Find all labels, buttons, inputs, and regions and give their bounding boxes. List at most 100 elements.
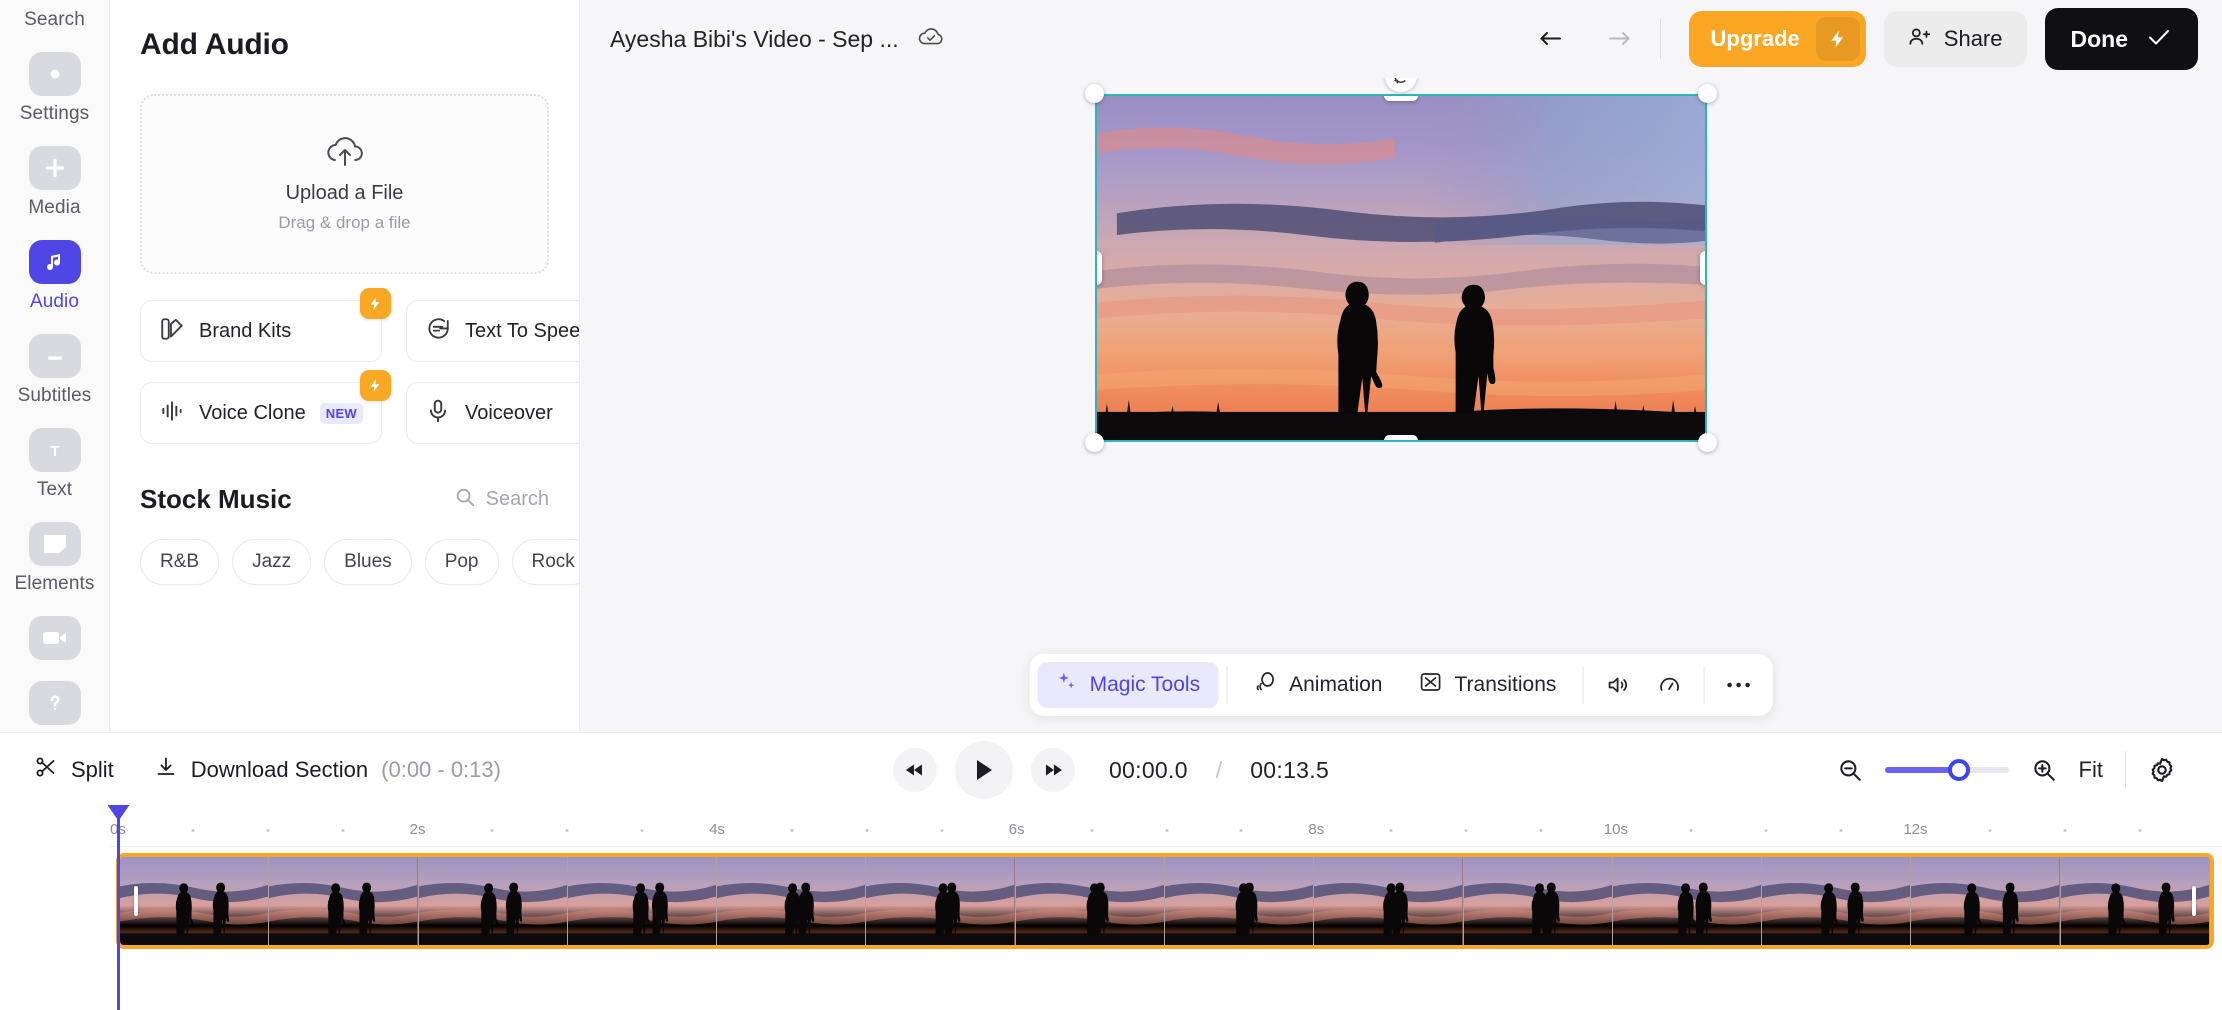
timeline-playhead[interactable] [117,807,120,1010]
ruler-tick-dot [491,829,494,832]
sidebar-item-help[interactable] [0,670,110,741]
genre-pill-rock[interactable]: Rock [512,539,581,585]
split-button[interactable]: Split [34,755,114,785]
resize-handle-top-left[interactable] [1085,84,1104,103]
cloud-check-icon [917,25,945,54]
sidebar-item-record[interactable] [0,605,110,670]
microphone-icon [425,398,451,429]
playback-controls: 00:00.0 / 00:13.5 [893,741,1329,799]
transitions-label: Transitions [1454,673,1556,697]
upload-dropzone[interactable]: Upload a File Drag & drop a file [140,94,549,274]
lightning-bolt-icon [1816,17,1860,61]
magic-tools-button[interactable]: Magic Tools [1038,662,1219,708]
clip-thumbnail [2061,857,2210,945]
sidebar-label-settings: Settings [20,103,89,125]
genre-pill-jazz[interactable]: Jazz [232,539,311,585]
sidebar-label-elements: Elements [14,573,94,595]
speed-icon[interactable] [1643,662,1695,708]
upgrade-button[interactable]: Upgrade [1689,11,1866,67]
sidebar-item-media[interactable]: Media [0,135,110,229]
resize-handle-top[interactable] [1384,94,1418,101]
play-button[interactable] [955,741,1013,799]
clip-trim-handle-left[interactable] [134,886,138,916]
upload-title: Upload a File [286,182,404,205]
resize-handle-bottom[interactable] [1384,435,1418,442]
ruler-tick-dot [1689,829,1692,832]
zoom-slider-knob[interactable] [1948,759,1970,781]
transitions-button[interactable]: Transitions [1400,662,1574,708]
genre-pill-pop[interactable]: Pop [425,539,499,585]
scissors-icon [34,755,58,785]
magic-tools-label: Magic Tools [1090,673,1201,697]
document-title[interactable]: Ayesha Bibi's Video - Sep ... [610,26,899,53]
editor-stage: Ayesha Bibi's Video - Sep ... [580,0,2222,732]
zoom-out-icon[interactable] [1837,757,1863,783]
done-button[interactable]: Done [2045,8,2199,70]
stock-music-header: Stock Music Search [140,484,549,515]
sidebar-item-elements[interactable]: Elements [0,511,110,605]
clip-thumbnail [1165,857,1314,945]
add-person-icon [1908,25,1932,54]
resize-handle-right[interactable] [1700,251,1707,285]
timeline-ruler[interactable]: 0s2s4s6s8s10s12s [110,807,2222,847]
stock-music-search-button[interactable]: Search [454,486,549,513]
canvas-area: Magic Tools Animation [580,78,2222,732]
history-controls [1538,26,1632,52]
text-to-speech-button[interactable]: Text To Speech [406,300,580,362]
resize-handle-top-right[interactable] [1698,84,1717,103]
sidebar-item-settings[interactable]: Settings [0,41,110,135]
fit-button[interactable]: Fit [2079,757,2103,783]
video-preview[interactable] [1095,94,1707,442]
subtitles-icon [29,334,81,378]
context-toolbar: Magic Tools Animation [1030,654,1773,716]
toolbar-separator [1703,666,1704,704]
clip-trim-handle-right[interactable] [2192,886,2196,916]
toolbar-separator [1226,666,1227,704]
clip-thumbnail [269,857,418,945]
sidebar-item-audio[interactable]: Audio [0,229,110,323]
genre-pill-rnb[interactable]: R&B [140,539,219,585]
clip-thumbnail [866,857,1015,945]
ruler-tick: 4s [709,821,725,838]
voice-clone-button[interactable]: Voice Clone NEW [140,382,382,444]
timeline-zoom-controls: Fit [1837,751,2188,789]
volume-icon[interactable] [1591,662,1643,708]
sidebar-item-text[interactable]: T Text [0,417,110,511]
clip-thumbnail [1464,857,1613,945]
genre-pill-blues[interactable]: Blues [324,539,412,585]
voice-clone-label: Voice Clone [199,402,306,425]
time-separator: / [1216,757,1222,784]
voiceover-label: Voiceover [465,402,553,425]
video-editor-app: Search Settings Media Audio [0,0,2222,1010]
voiceover-button[interactable]: Voiceover [406,382,580,444]
share-button[interactable]: Share [1884,11,2027,67]
sidebar-item-subtitles[interactable]: Subtitles [0,323,110,417]
redo-icon[interactable] [1598,26,1632,52]
sidebar-item-search[interactable]: Search [0,0,110,41]
resize-handle-bottom-left[interactable] [1085,433,1104,452]
toolbar-separator [1582,666,1583,704]
text-to-speech-icon [425,316,451,347]
video-clip[interactable] [116,853,2214,949]
zoom-in-icon[interactable] [2031,757,2057,783]
resize-handle-left[interactable] [1095,251,1102,285]
download-section-button[interactable]: Download Section (0:00 - 0:13) [154,755,501,785]
undo-icon[interactable] [1538,26,1572,52]
feature-button-grid: Brand Kits Text To Speech [140,300,549,444]
resize-handle-bottom-right[interactable] [1698,433,1717,452]
sparkles-icon [1056,671,1078,699]
gear-icon[interactable] [2148,756,2176,784]
zoom-slider[interactable] [1885,767,2009,773]
rewind-button[interactable] [893,748,937,792]
fast-forward-button[interactable] [1031,748,1075,792]
brand-kits-button[interactable]: Brand Kits [140,300,382,362]
add-audio-panel: Add Audio Upload a File Drag & drop a fi… [110,0,580,732]
timeline-divider [2125,751,2126,789]
animation-button[interactable]: Animation [1235,662,1400,708]
ruler-tick-dot [1390,829,1393,832]
clip-thumbnail [120,857,269,945]
more-horizontal-icon[interactable] [1712,662,1764,708]
ruler-tick-dot [2064,829,2067,832]
done-label: Done [2071,26,2129,53]
ruler-tick-dot [1989,829,1992,832]
